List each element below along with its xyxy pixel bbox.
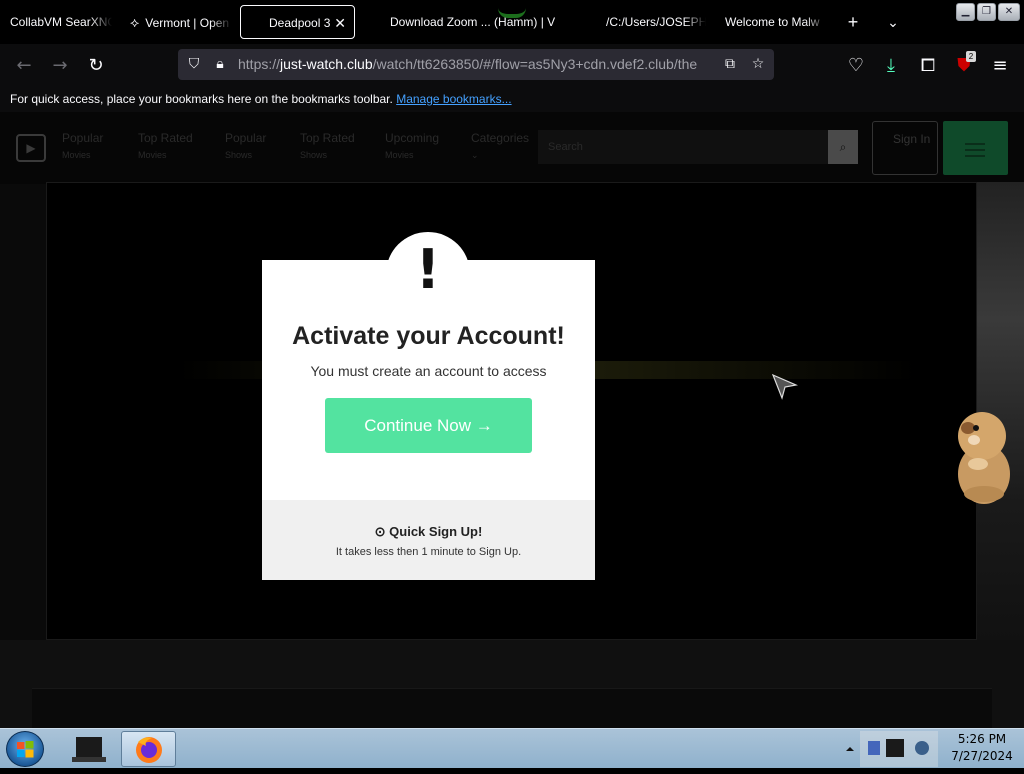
tab-collabvm-searxng[interactable]: CollabVM SearXNG <box>0 5 112 39</box>
nav-sublabel: Movies <box>62 150 91 160</box>
new-tab-plus-icon[interactable]: + <box>838 5 868 39</box>
quick-signup-text: It takes less then 1 minute to Sign Up. <box>335 546 522 558</box>
modal-subtitle: You must create an account to access <box>310 363 547 379</box>
hamster-icon <box>958 412 1010 504</box>
mouse-cursor-icon <box>772 374 798 400</box>
web-page: ▶ Popular Movies Top Rated Movies Popular S… <box>0 112 1024 728</box>
nav-sublabel: Movies <box>138 150 167 160</box>
nav-popular-shows[interactable]: Popular Shows <box>225 130 266 164</box>
nav-popular-movies[interactable]: Popular Movies <box>62 130 103 164</box>
reader-view-icon[interactable]: ⧉ <box>720 54 740 74</box>
start-button[interactable] <box>6 731 44 767</box>
site-menu-button[interactable] <box>943 121 1008 175</box>
tv-logo-icon[interactable]: ▶ <box>16 134 46 162</box>
forward-arrow-icon[interactable]: → <box>46 52 74 80</box>
nav-label: Popular <box>225 131 267 145</box>
computer-icon <box>72 737 106 762</box>
clock-date: 7/27/2024 <box>951 749 1013 763</box>
tab-label: Download Zoom ... (Hamm) | V <box>390 15 556 29</box>
site-header: ▶ Popular Movies Top Rated Movies Popular S… <box>0 112 1024 184</box>
network-icon <box>868 741 880 755</box>
nav-sublabel: Shows <box>225 150 253 160</box>
taskbar-app-firefox[interactable] <box>121 731 176 767</box>
back-arrow-icon[interactable]: ← <box>10 52 38 80</box>
extensions-puzzle-icon[interactable]: ⧠ <box>914 52 942 80</box>
site-search-input[interactable]: Search <box>538 130 828 164</box>
tab-vermont[interactable]: ⟡ Vermont | Open <box>120 5 232 39</box>
url-text[interactable]: https://just-watch.club/watch/tt6263850/… <box>238 49 708 80</box>
show-hidden-icons-icon <box>846 747 854 751</box>
manage-bookmarks-link[interactable]: Manage bookmarks... <box>396 92 511 106</box>
window-controls: ▁ ❐ ✕ <box>956 3 1020 23</box>
page-bottom-panel <box>32 688 992 728</box>
tab-local-file[interactable]: /C:/Users/JOSEPH <box>596 5 706 39</box>
close-window-icon[interactable]: ✕ <box>998 3 1020 21</box>
url-scheme: https:// <box>238 56 281 72</box>
list-tabs-chevron-icon[interactable]: ⌄ <box>878 5 908 39</box>
url-path: /watch/tt6263850/#/flow=as5Ny3+cdn.vdef2… <box>372 56 698 72</box>
tab-label: Deadpool 3 <box>269 16 331 30</box>
sign-in-button[interactable]: Sign In <box>872 121 938 175</box>
extension-badge: 2 <box>966 51 976 62</box>
tab-deadpool-3[interactable]: Deadpool 3 ✕ <box>240 5 355 39</box>
downloads-icon[interactable]: ⤓ <box>877 52 905 80</box>
tab-welcome-malware[interactable]: Welcome to Malw <box>715 5 827 39</box>
close-tab-icon[interactable]: ✕ <box>334 6 346 38</box>
nav-upcoming-movies[interactable]: Upcoming Movies <box>385 130 439 164</box>
modal-title: Activate your Account! <box>292 322 565 350</box>
bookmarks-toolbar: For quick access, place your bookmarks h… <box>0 86 1024 112</box>
restore-icon[interactable]: ❐ <box>977 3 996 21</box>
navigation-toolbar: ← → ↻ ⛉ 🔒︎ https://just-watch.club/watch… <box>0 44 1024 86</box>
tab-download-zoom[interactable]: Download Zoom ... (Hamm) | V <box>380 5 585 39</box>
lock-icon[interactable]: 🔒︎ <box>210 54 230 74</box>
modal-footer: ⊙ Quick Sign Up! It takes less then 1 mi… <box>262 500 595 580</box>
system-tray <box>840 729 940 769</box>
nav-sublabel: Shows <box>300 150 328 160</box>
nav-top-rated-shows[interactable]: Top Rated Shows <box>300 130 355 164</box>
windows-logo-icon <box>17 741 34 758</box>
nav-label: Upcoming <box>385 131 440 145</box>
continue-now-button[interactable]: Continue Now → <box>325 398 532 453</box>
windows-taskbar: 5:26 PM 7/27/2024 <box>0 728 1024 768</box>
tracking-shield-icon[interactable]: ⛉ <box>184 54 204 74</box>
nav-label: Top Rated <box>138 131 193 145</box>
search-icon[interactable]: ⌕ <box>828 130 858 164</box>
reload-icon[interactable]: ↻ <box>82 52 110 80</box>
quick-signup-title: ⊙ Quick Sign Up! <box>374 524 483 539</box>
nav-label: Popular <box>62 131 104 145</box>
monitor-icon <box>886 739 904 757</box>
clock-time: 5:26 PM <box>957 732 1007 746</box>
menu-icon <box>965 143 985 145</box>
nav-top-rated-movies[interactable]: Top Rated Movies <box>138 130 193 164</box>
chevron-down-icon: ⌄ <box>471 150 479 160</box>
activate-account-modal: ! Activate your Account! You must create… <box>262 232 595 580</box>
url-bar[interactable]: ⛉ 🔒︎ https://just-watch.club/watch/tt626… <box>178 49 774 80</box>
bookmark-star-icon[interactable]: ☆ <box>748 54 768 74</box>
nav-sublabel: Movies <box>385 150 414 160</box>
openstreetmap-icon: ⟡ <box>130 14 140 30</box>
url-host: just-watch.club <box>280 56 373 72</box>
nav-label: Categories <box>471 131 530 145</box>
taskbar-app-explorer[interactable] <box>62 731 117 767</box>
firefox-icon <box>136 737 162 763</box>
bookmarks-hint: For quick access, place your bookmarks h… <box>10 92 393 106</box>
speaker-icon <box>915 741 929 755</box>
browser-window: CollabVM SearXNG ⟡ Vermont | Open Deadpoo… <box>0 0 1024 728</box>
nav-label: Top Rated <box>300 131 355 145</box>
hamburger-menu-icon[interactable]: ≡ <box>986 52 1014 80</box>
tab-strip: CollabVM SearXNG ⟡ Vermont | Open Deadpoo… <box>0 0 1024 44</box>
taskbar-clock[interactable]: 5:26 PM 7/27/2024 <box>944 731 1020 765</box>
pocket-icon[interactable]: ♡ <box>842 52 870 80</box>
minimize-icon[interactable]: ▁ <box>956 3 975 21</box>
modal-icon-circle: ! <box>386 232 470 316</box>
tray-icons <box>846 731 938 767</box>
exclamation-icon: ! <box>415 238 441 301</box>
nav-categories[interactable]: Categories ⌄ <box>471 130 529 164</box>
